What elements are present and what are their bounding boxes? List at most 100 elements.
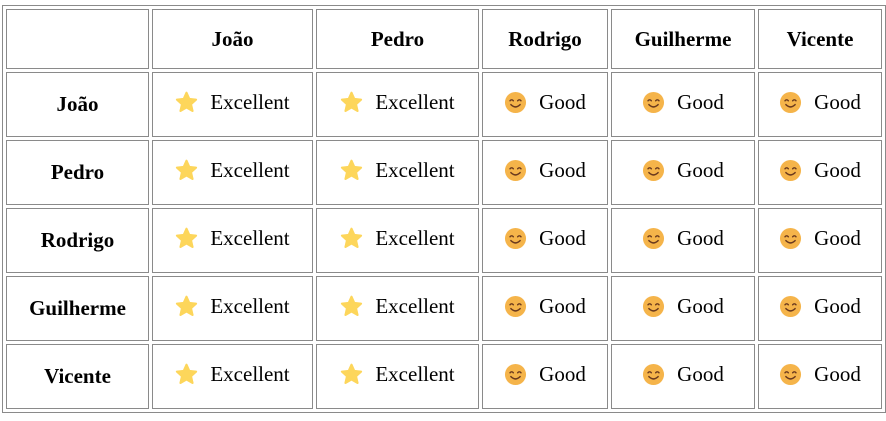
rating-label: Excellent [210, 226, 290, 250]
rating-value: Good [642, 294, 724, 319]
rating-value: Good [779, 158, 861, 183]
rating-cell: Good [482, 72, 608, 137]
smile-icon [779, 91, 802, 114]
smile-icon [504, 363, 527, 386]
column-header: Pedro [316, 9, 479, 69]
star-icon [175, 363, 198, 386]
row-header: Pedro [6, 140, 149, 205]
smile-icon [779, 227, 802, 250]
rating-cell: Excellent [316, 344, 479, 409]
smile-icon [642, 227, 665, 250]
column-header: Vicente [758, 9, 882, 69]
rating-value: Good [779, 294, 861, 319]
table-row: Rodrigo Excellent Excellent Good Good Good [6, 208, 882, 273]
rating-label: Good [539, 294, 586, 318]
rating-label: Excellent [375, 226, 455, 250]
rating-label: Good [677, 90, 724, 114]
rating-value: Good [779, 90, 861, 115]
rating-label: Good [814, 226, 861, 250]
rating-cell: Good [482, 276, 608, 341]
rating-value: Excellent [175, 226, 290, 251]
rating-label: Excellent [375, 362, 455, 386]
smile-icon [779, 363, 802, 386]
star-icon [340, 227, 363, 250]
rating-value: Excellent [175, 90, 290, 115]
rating-cell: Good [482, 140, 608, 205]
rating-value: Good [779, 226, 861, 251]
rating-cell: Good [758, 140, 882, 205]
star-icon [175, 227, 198, 250]
rating-cell: Good [482, 344, 608, 409]
star-icon [175, 91, 198, 114]
rating-label: Good [677, 158, 724, 182]
rating-cell: Excellent [316, 72, 479, 137]
rating-cell: Excellent [152, 344, 313, 409]
smile-icon [779, 295, 802, 318]
row-header: Vicente [6, 344, 149, 409]
rating-label: Good [539, 158, 586, 182]
rating-label: Good [814, 90, 861, 114]
smile-icon [504, 159, 527, 182]
rating-cell: Good [758, 344, 882, 409]
rating-value: Good [642, 362, 724, 387]
column-header: Guilherme [611, 9, 755, 69]
rating-cell: Good [611, 276, 755, 341]
rating-cell: Excellent [152, 276, 313, 341]
rating-value: Good [642, 90, 724, 115]
rating-label: Excellent [210, 362, 290, 386]
rating-value: Good [779, 362, 861, 387]
row-header: João [6, 72, 149, 137]
corner-cell [6, 9, 149, 69]
table-row: Pedro Excellent Excellent Good Good Good [6, 140, 882, 205]
rating-label: Excellent [375, 294, 455, 318]
table-header-row: João Pedro Rodrigo Guilherme Vicente [6, 9, 882, 69]
rating-label: Good [814, 294, 861, 318]
rating-value: Excellent [175, 294, 290, 319]
rating-label: Good [677, 226, 724, 250]
rating-cell: Good [758, 208, 882, 273]
rating-label: Good [814, 362, 861, 386]
column-header: João [152, 9, 313, 69]
rating-value: Good [504, 158, 586, 183]
row-header: Guilherme [6, 276, 149, 341]
rating-cell: Excellent [316, 208, 479, 273]
rating-label: Good [539, 362, 586, 386]
rating-label: Good [677, 294, 724, 318]
rating-cell: Good [611, 208, 755, 273]
smile-icon [779, 159, 802, 182]
rating-cell: Good [611, 72, 755, 137]
rating-cell: Excellent [316, 276, 479, 341]
smile-icon [504, 295, 527, 318]
rating-label: Excellent [210, 90, 290, 114]
star-icon [340, 295, 363, 318]
rating-value: Good [642, 158, 724, 183]
rating-cell: Excellent [152, 72, 313, 137]
rating-cell: Excellent [152, 208, 313, 273]
rating-value: Excellent [340, 226, 455, 251]
rating-value: Excellent [340, 294, 455, 319]
star-icon [340, 91, 363, 114]
rating-value: Excellent [175, 362, 290, 387]
star-icon [340, 159, 363, 182]
rating-label: Excellent [375, 90, 455, 114]
rating-value: Excellent [340, 362, 455, 387]
column-header: Rodrigo [482, 9, 608, 69]
rating-cell: Good [758, 72, 882, 137]
rating-label: Excellent [375, 158, 455, 182]
rating-value: Good [642, 226, 724, 251]
rating-label: Good [677, 362, 724, 386]
table-row: João Excellent Excellent Good Good Good [6, 72, 882, 137]
rating-cell: Good [758, 276, 882, 341]
star-icon [175, 295, 198, 318]
rating-cell: Excellent [152, 140, 313, 205]
row-header: Rodrigo [6, 208, 149, 273]
rating-label: Excellent [210, 158, 290, 182]
table-wrapper: João Pedro Rodrigo Guilherme Vicente Joã… [2, 5, 886, 413]
rating-value: Good [504, 90, 586, 115]
rating-value: Good [504, 294, 586, 319]
rating-label: Good [539, 90, 586, 114]
table-row: Vicente Excellent Excellent Good Good Good [6, 344, 882, 409]
smile-icon [642, 159, 665, 182]
rating-value: Excellent [340, 90, 455, 115]
rating-cell: Good [611, 140, 755, 205]
